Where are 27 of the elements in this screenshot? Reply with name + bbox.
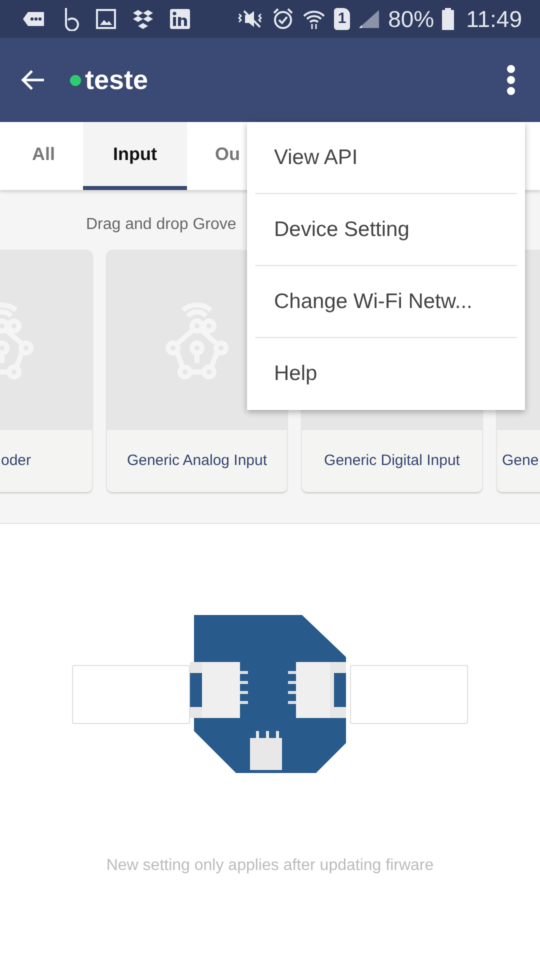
battery-level: 80% <box>388 4 434 34</box>
battery-icon <box>442 8 454 30</box>
device-title: teste <box>85 64 148 97</box>
mute-icon <box>236 9 264 29</box>
signal-icon <box>358 9 380 29</box>
more-icon <box>506 64 516 96</box>
tab[interactable]: Input <box>83 122 187 190</box>
menu-item[interactable]: View API <box>255 122 517 194</box>
status-time: 11:49 <box>466 4 522 34</box>
alarm-icon <box>272 8 294 30</box>
card-label: oder <box>1 450 32 471</box>
card-label: Generic Analog Input <box>126 450 268 471</box>
wifi-icon <box>302 8 326 30</box>
back-button[interactable] <box>20 69 46 91</box>
in-logo-icon <box>170 9 190 29</box>
sim-slot-icon: 1 <box>334 8 350 30</box>
b-logo-icon <box>62 7 80 31</box>
back-arrow-icon <box>20 69 46 91</box>
message-icon <box>22 10 46 28</box>
image-icon <box>96 9 116 29</box>
note-text: New setting only applies after updating firware <box>105 856 435 876</box>
card-label: Gene <box>502 450 539 471</box>
hint-text: Drag and drop Grove <box>86 216 236 233</box>
more-menu-button[interactable] <box>506 64 516 96</box>
tab[interactable]: All <box>4 122 84 190</box>
card-label: Generic Digital Input <box>324 450 460 471</box>
box-icon <box>132 9 154 29</box>
